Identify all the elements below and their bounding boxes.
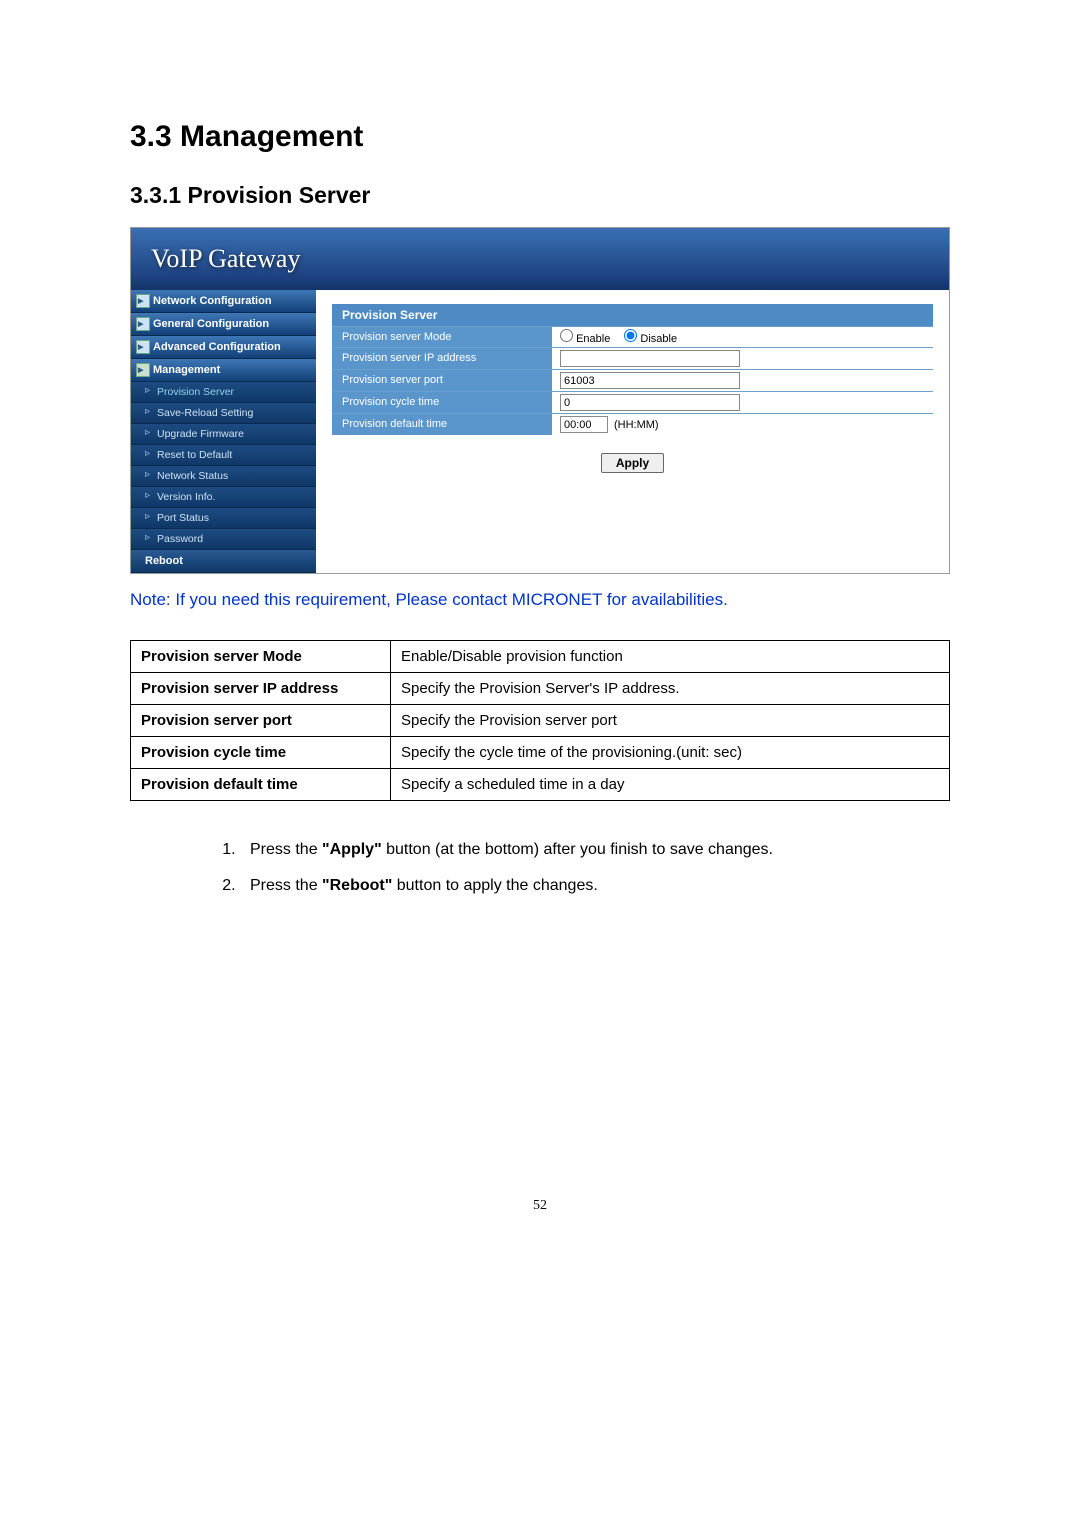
table-row: Provision server IP addressSpecify the P… [131,673,950,705]
input-ip-address[interactable] [560,350,740,367]
table-row: Provision server portSpecify the Provisi… [131,705,950,737]
apply-button[interactable]: Apply [601,453,664,473]
content-pane: Provision Server Provision server Mode E… [316,290,949,573]
sidebar: Network Configuration General Configurat… [131,290,316,573]
sidebar-item-advanced-configuration[interactable]: Advanced Configuration [131,336,316,359]
app-header: VoIP Gateway [131,228,949,290]
sidebar-item-network-configuration[interactable]: Network Configuration [131,290,316,313]
heading-management: 3.3 Management [130,120,950,154]
radio-enable[interactable]: Enable [560,329,610,345]
table-row: Provision cycle timeSpecify the cycle ti… [131,737,950,769]
voip-gateway-screenshot: VoIP Gateway Network Configuration Gener… [130,227,950,574]
sidebar-item-label: General Configuration [153,318,269,330]
radio-disable[interactable]: Disable [624,329,677,345]
row-label: Provision cycle time [332,392,552,413]
table-row: Provision default timeSpecify a schedule… [131,769,950,801]
sidebar-item-general-configuration[interactable]: General Configuration [131,313,316,336]
sidebar-item-label: Advanced Configuration [153,341,281,353]
sidebar-item-label: Management [153,364,220,376]
page-number: 52 [130,1198,950,1214]
input-default-time[interactable] [560,416,608,433]
step-2: Press the "Reboot" button to apply the c… [240,873,950,899]
sidebar-sub-version-info[interactable]: Version Info. [131,487,316,508]
row-provision-server-ip: Provision server IP address [332,347,933,369]
heading-provision-server: 3.3.1 Provision Server [130,182,950,209]
hhmm-suffix: (HH:MM) [614,419,659,431]
sidebar-item-label: Network Configuration [153,295,272,307]
row-provision-server-port: Provision server port [332,369,933,391]
sidebar-sub-password[interactable]: Password [131,529,316,550]
sidebar-sub-network-status[interactable]: Network Status [131,466,316,487]
row-label: Provision server Mode [332,327,552,347]
row-provision-default-time: Provision default time (HH:MM) [332,413,933,435]
sidebar-sub-reset-to-default[interactable]: Reset to Default [131,445,316,466]
panel-title: Provision Server [332,304,933,326]
row-label: Provision server IP address [332,348,552,369]
row-label: Provision server port [332,370,552,391]
app-title: VoIP Gateway [151,244,300,274]
sidebar-sub-provision-server[interactable]: Provision Server [131,382,316,403]
sidebar-item-management[interactable]: Management [131,359,316,382]
description-table: Provision server ModeEnable/Disable prov… [130,640,950,801]
row-provision-cycle-time: Provision cycle time [332,391,933,413]
sidebar-sub-upgrade-firmware[interactable]: Upgrade Firmware [131,424,316,445]
sidebar-reboot-button[interactable]: Reboot [131,550,316,573]
row-provision-server-mode: Provision server Mode Enable Disable [332,326,933,347]
input-cycle-time[interactable] [560,394,740,411]
sidebar-sub-port-status[interactable]: Port Status [131,508,316,529]
sidebar-sub-save-reload-setting[interactable]: Save-Reload Setting [131,403,316,424]
step-1: Press the "Apply" button (at the bottom)… [240,837,950,863]
row-label: Provision default time [332,414,552,435]
micronet-note: Note: If you need this requirement, Plea… [130,590,950,610]
input-server-port[interactable] [560,372,740,389]
instruction-steps: Press the "Apply" button (at the bottom)… [240,837,950,898]
table-row: Provision server ModeEnable/Disable prov… [131,641,950,673]
